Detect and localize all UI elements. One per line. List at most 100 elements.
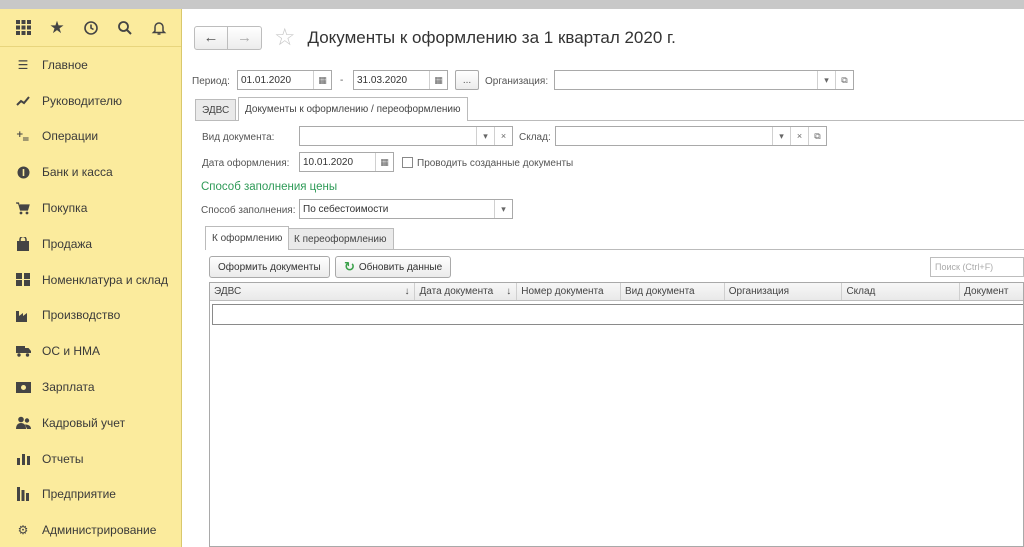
warehouse-field[interactable]: ▾ × ⧉ [555, 126, 827, 146]
period-label: Период: [192, 76, 230, 87]
column-header-doc-date[interactable]: Дата документа ↓ [415, 283, 518, 300]
post-docs-checkbox[interactable] [402, 157, 413, 168]
sidebar: ★ ☰ Главное Руководителю + = Операции Бан… [0, 9, 182, 547]
tab-edvs[interactable]: ЭДВС [195, 99, 237, 121]
create-documents-button[interactable]: Оформить документы [209, 256, 330, 278]
sidebar-item-purchase[interactable]: Покупка [0, 190, 181, 226]
open-icon[interactable]: ⧉ [808, 127, 826, 145]
column-header-doc-type[interactable]: Вид документа [621, 283, 725, 300]
forward-button[interactable]: → [228, 25, 262, 50]
dropdown-icon[interactable]: ▾ [817, 71, 835, 89]
date-label: Дата оформления: [202, 158, 290, 169]
calendar-icon[interactable]: ▦ [313, 71, 331, 89]
sidebar-item-sales[interactable]: Продажа [0, 226, 181, 262]
page-title: Документы к оформлению за 1 квартал 2020… [307, 27, 676, 47]
documents-table[interactable]: ЭДВС ↓ Дата документа ↓ Номер документа Ви… [209, 282, 1024, 547]
column-header-organization[interactable]: Организация [725, 283, 843, 300]
column-header-document[interactable]: Документ [960, 283, 1023, 300]
bag-icon [14, 236, 32, 251]
sidebar-item-fixed-assets[interactable]: ОС и НМА [0, 333, 181, 369]
period-to-field[interactable]: 31.03.2020 ▦ [353, 70, 448, 90]
doc-type-label: Вид документа: [202, 132, 275, 143]
subtabs-divider [205, 249, 1024, 250]
sidebar-item-label: Отчеты [42, 451, 84, 466]
column-header-doc-number[interactable]: Номер документа [517, 283, 621, 300]
sidebar-item-label: Номенклатура и склад [42, 272, 168, 287]
search-icon[interactable] [108, 13, 142, 43]
sidebar-item-label: ОС и НМА [42, 344, 101, 359]
warehouse-grid-icon [14, 273, 32, 287]
main-content: ← → ☆ Документы к оформлению за 1 кварта… [182, 9, 1024, 547]
sort-down-icon: ↓ [404, 286, 410, 297]
refresh-data-button[interactable]: ↻ Обновить данные [335, 256, 452, 278]
doc-type-field[interactable]: ▾ × [299, 126, 513, 146]
sidebar-item-admin[interactable]: ⚙ Администрирование [0, 512, 181, 547]
building-icon [14, 487, 32, 502]
table-header: ЭДВС ↓ Дата документа ↓ Номер документа Ви… [210, 283, 1023, 301]
history-icon[interactable] [74, 13, 108, 43]
sidebar-item-production[interactable]: Производство [0, 298, 181, 334]
column-header-warehouse[interactable]: Склад [842, 283, 961, 300]
sidebar-item-label: Продажа [42, 236, 93, 251]
operations-icon: + = [14, 129, 32, 143]
tab-documents[interactable]: Документы к оформлению / переоформлению [238, 97, 468, 121]
sidebar-item-label: Покупка [42, 201, 88, 216]
open-icon[interactable]: ⧉ [835, 71, 853, 89]
bar-chart-icon [14, 453, 32, 465]
coin-icon [14, 166, 32, 179]
period-from-field[interactable]: 01.01.2020 ▦ [237, 70, 332, 90]
sidebar-item-main[interactable]: ☰ Главное [0, 47, 181, 83]
table-row[interactable] [212, 304, 1023, 325]
sidebar-item-label: Кадровый учет [42, 415, 126, 430]
back-button[interactable]: ← [194, 25, 228, 50]
gear-icon: ⚙ [17, 523, 29, 538]
menu-lines-icon: ☰ [17, 57, 29, 72]
sidebar-item-nomenclature[interactable]: Номенклатура и склад [0, 262, 181, 298]
organization-field[interactable]: ▾ ⧉ [554, 70, 854, 90]
dropdown-icon[interactable]: ▾ [772, 127, 790, 145]
sidebar-item-salary[interactable]: Зарплата [0, 369, 181, 405]
calendar-icon[interactable]: ▦ [429, 71, 447, 89]
sidebar-item-manager[interactable]: Руководителю [0, 83, 181, 119]
bell-icon[interactable] [142, 13, 176, 43]
sidebar-item-hr[interactable]: Кадровый учет [0, 405, 181, 441]
sidebar-item-enterprise[interactable]: Предприятие [0, 477, 181, 513]
tab-to-recreate[interactable]: К переоформлению [287, 228, 394, 250]
calendar-icon[interactable]: ▦ [375, 153, 393, 171]
cash-icon [14, 381, 32, 393]
dropdown-icon[interactable]: ▾ [476, 127, 494, 145]
period-select-button[interactable]: ... [455, 70, 479, 90]
arrow-right-icon: → [237, 29, 252, 46]
apps-grid-icon[interactable] [6, 13, 40, 43]
search-input[interactable]: Поиск (Ctrl+F) [930, 257, 1024, 277]
warehouse-label: Склад: [519, 132, 551, 143]
period-dash: - [340, 75, 344, 86]
sidebar-item-reports[interactable]: Отчеты [0, 441, 181, 477]
fill-method-label: Способ заполнения: [201, 205, 296, 216]
sidebar-item-label: Банк и касса [42, 165, 113, 180]
tab-to-create[interactable]: К оформлению [205, 226, 290, 250]
date-field[interactable]: 10.01.2020 ▦ [299, 152, 394, 172]
cart-icon [14, 201, 32, 215]
sidebar-item-label: Зарплата [42, 380, 95, 395]
truck-icon [14, 345, 32, 357]
clear-icon[interactable]: × [790, 127, 808, 145]
page-header: ← → ☆ Документы к оформлению за 1 кварта… [194, 23, 676, 52]
clear-icon[interactable]: × [494, 127, 512, 145]
post-docs-label: Проводить созданные документы [417, 158, 574, 169]
window-top-bar [0, 0, 1024, 9]
sidebar-item-label: Операции [42, 129, 99, 144]
refresh-icon: ↻ [344, 259, 355, 274]
sidebar-item-label: Производство [42, 308, 121, 323]
fill-method-select[interactable]: По себестоимости ▾ [299, 199, 513, 219]
favorites-star-icon[interactable]: ★ [40, 13, 74, 43]
price-section-title: Способ заполнения цены [201, 181, 338, 193]
dropdown-icon[interactable]: ▾ [494, 200, 512, 218]
sidebar-item-bank[interactable]: Банк и касса [0, 154, 181, 190]
svg-text:=: = [22, 135, 30, 143]
favorite-star-icon[interactable]: ☆ [274, 23, 296, 52]
column-header-edvs[interactable]: ЭДВС ↓ [210, 283, 416, 300]
sidebar-item-label: Главное [42, 57, 88, 72]
sidebar-item-operations[interactable]: + = Операции [0, 119, 181, 155]
trend-line-icon [14, 96, 32, 106]
